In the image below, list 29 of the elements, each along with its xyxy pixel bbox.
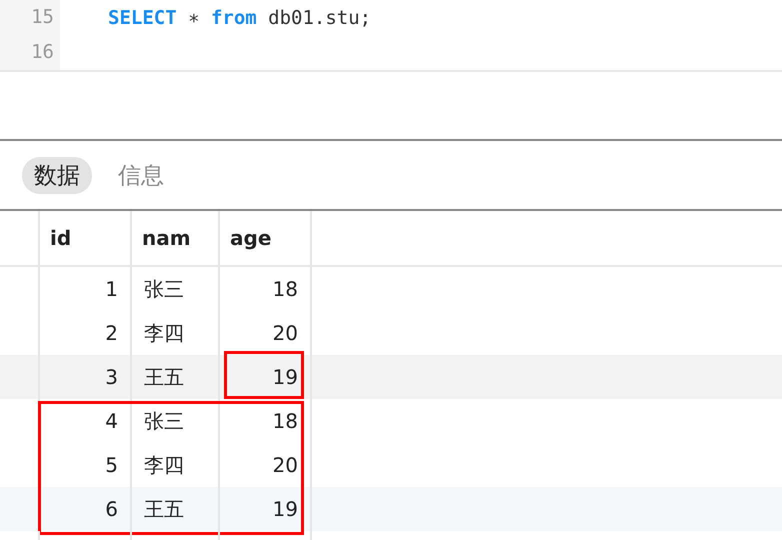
tab[interactable]: 信息	[106, 156, 176, 194]
table-cell: 20	[272, 321, 298, 345]
table-cell: 5	[105, 453, 118, 477]
column-header[interactable]: nam	[130, 211, 218, 265]
table-row[interactable]: 4 张三 18	[0, 399, 782, 443]
table-cell: 3	[105, 365, 118, 389]
table-cell: 19	[272, 365, 298, 389]
table-cell: 王五	[144, 496, 184, 522]
column-header[interactable]: age	[218, 211, 310, 265]
table-row[interactable]: 1 张三 18	[0, 267, 782, 311]
table-cell: 18	[272, 409, 298, 433]
table-row[interactable]: 6 王五 19	[0, 487, 782, 531]
table-cell: 20	[272, 453, 298, 477]
table-cell: 李四	[144, 320, 184, 346]
table-cell: 2	[105, 321, 118, 345]
table-cell: 6	[105, 497, 118, 521]
tab[interactable]: 数据	[22, 156, 92, 194]
column-header[interactable]: id	[38, 211, 130, 265]
line-number: 15	[0, 0, 60, 35]
table-cell: 王五	[144, 364, 184, 390]
table-cell: 1	[105, 277, 118, 301]
table-cell: 18	[272, 277, 298, 301]
table-cell: 张三	[144, 408, 184, 434]
table-cell: 张三	[144, 276, 184, 302]
table-cell: 李四	[144, 452, 184, 478]
line-number: 16	[0, 35, 60, 70]
code-line: SELECT ∗ from db01.stu;	[108, 6, 372, 28]
table-cell: 4	[105, 409, 118, 433]
table-cell: 19	[272, 497, 298, 521]
